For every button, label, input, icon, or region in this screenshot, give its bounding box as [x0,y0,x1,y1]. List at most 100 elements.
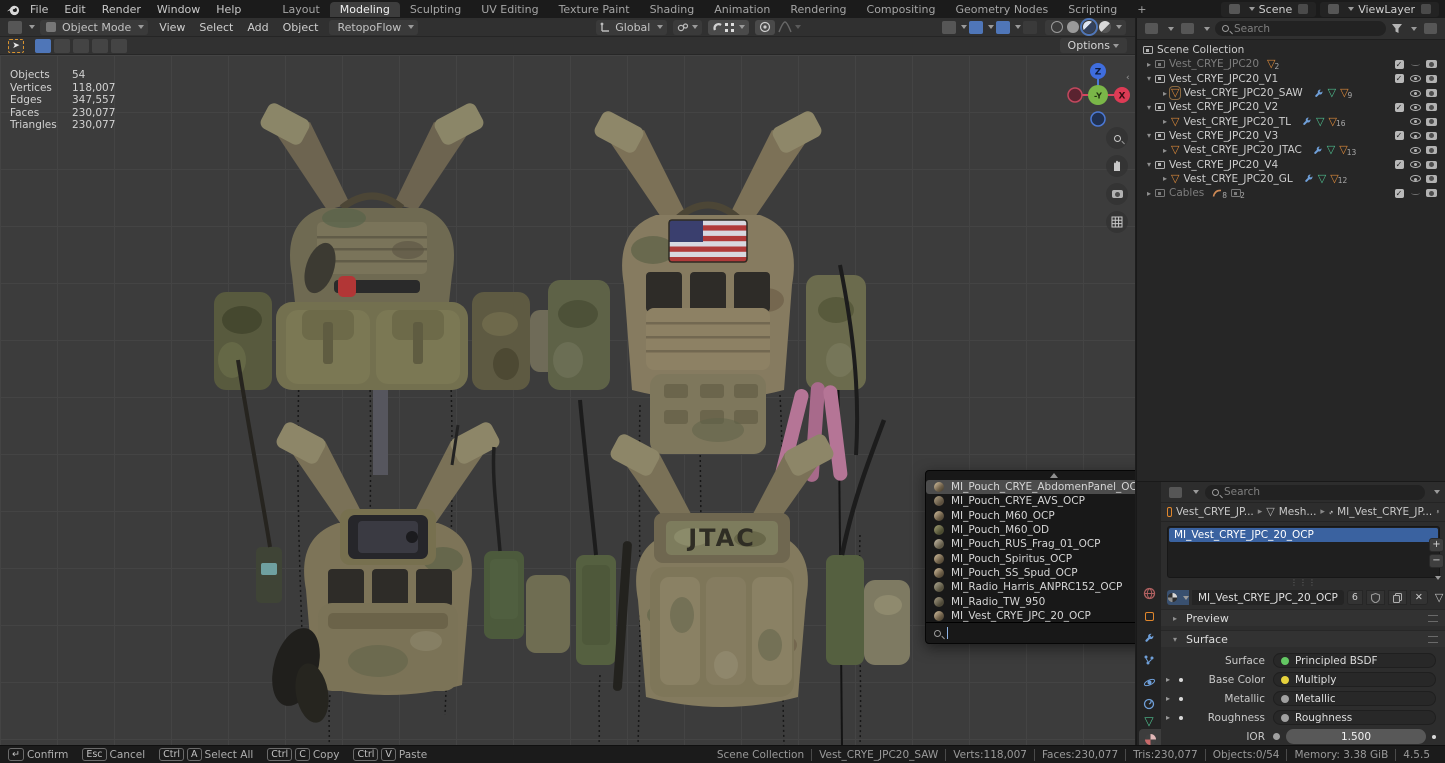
tab-object[interactable] [1137,606,1161,626]
hide-eye-icon[interactable] [1410,175,1421,182]
surface-panel-header[interactable]: ▾ Surface [1161,630,1445,647]
panel-resize-grip[interactable]: ⋮⋮⋮ [1161,578,1445,587]
xray-toggle-icon[interactable] [1023,21,1037,34]
ior-slider[interactable]: 1.500 [1286,729,1426,744]
editor-type-icon[interactable] [8,21,22,34]
tab-shading[interactable]: Shading [640,2,705,17]
disclosure-icon[interactable]: ▸ [1159,146,1171,155]
material-list-item[interactable]: MI_Pouch_M60_OD [926,523,1135,537]
tab-material[interactable] [1139,729,1161,746]
mode-dropdown[interactable]: Object Mode [40,20,148,35]
show-gizmo-icon[interactable] [942,21,956,34]
material-browse-dropdown[interactable] [1167,590,1189,605]
pin-icon[interactable] [1298,4,1308,14]
ortho-toggle-button[interactable] [1106,211,1128,233]
tab-world[interactable] [1137,583,1161,603]
zoom-view-button[interactable] [1106,127,1128,149]
disclosure-icon[interactable]: ▸ [1159,89,1171,98]
tab-compositing[interactable]: Compositing [857,2,946,17]
material-list-item[interactable]: MI_Pouch_RUS_Frag_01_OCP [926,537,1135,551]
tab-modeling[interactable]: Modeling [330,2,400,17]
pin-icon[interactable] [1436,506,1440,518]
breadcrumb-mesh[interactable]: Mesh... [1279,506,1317,518]
pivot-point-dropdown[interactable] [673,20,702,35]
hide-eye-icon[interactable] [1410,161,1421,168]
exclude-checkbox[interactable]: ✓ [1395,74,1404,83]
slot-specials-icon[interactable] [1435,576,1441,580]
surface-shader-field[interactable]: Principled BSDF [1273,653,1436,668]
shading-material-preview-icon[interactable] [1083,21,1095,33]
select-mode-invert-icon[interactable] [92,39,108,53]
breadcrumb-material[interactable]: MI_Vest_CRYE_JP... [1337,506,1432,518]
disclosure-icon[interactable]: ▸ [1143,189,1155,198]
add-workspace-button[interactable]: + [1127,2,1156,17]
material-list-item[interactable]: MI_Vest_CRYE_JPC_20_OCP [926,609,1135,623]
render-visibility-icon[interactable] [1426,103,1437,111]
disclosure-icon[interactable]: ▸ [1159,174,1171,183]
outliner-collection-row[interactable]: ▾ Vest_CRYE_JPC20_V4 ✓ [1137,157,1445,171]
properties-search[interactable] [1205,485,1425,500]
outliner-object-row[interactable]: ▸ ▽ Vest_CRYE_JPC20_JTAC ▽ ▽13 [1137,143,1445,157]
expand-icon[interactable]: ▸ [1161,694,1175,703]
disclosure-icon[interactable]: ▸ [1143,60,1155,69]
select-mode-extend-icon[interactable] [54,39,70,53]
disclosure-icon[interactable]: ▾ [1143,160,1155,169]
menu-window[interactable]: Window [150,3,207,16]
render-visibility-icon[interactable] [1426,189,1437,197]
tab-layout[interactable]: Layout [272,2,329,17]
material-name-field[interactable]: MI_Vest_CRYE_JPC_20_OCP [1192,590,1344,605]
hide-eye-icon[interactable] [1410,75,1421,82]
disclosure-icon[interactable]: ▾ [1143,103,1155,112]
disclosure-icon[interactable]: ▸ [1159,117,1171,126]
tab-particles[interactable] [1137,650,1161,670]
render-visibility-icon[interactable] [1426,175,1437,183]
tab-uv-editing[interactable]: UV Editing [471,2,548,17]
menu-view[interactable]: View [153,21,191,34]
select-mode-subtract-icon[interactable] [73,39,89,53]
material-slot-list[interactable]: MI_Vest_CRYE_JPC_20_OCP [1167,526,1440,578]
shading-solid-icon[interactable] [1067,21,1079,33]
base-color-field[interactable]: Multiply [1273,672,1436,687]
hide-eye-icon[interactable] [1411,62,1420,66]
move-view-button[interactable] [1106,155,1128,177]
axis-gizmo[interactable]: Z X -Y [1062,59,1134,131]
metallic-field[interactable]: Metallic [1273,691,1436,706]
options-dropdown[interactable]: Options [1060,38,1127,53]
snap-controls[interactable] [708,20,749,35]
select-mode-intersect-icon[interactable] [111,39,127,53]
hide-eye-icon[interactable] [1410,118,1421,125]
new-collection-icon[interactable] [1424,23,1437,34]
tab-object-data[interactable]: ▽ [1137,711,1161,731]
hide-eye-icon[interactable] [1410,104,1421,111]
tweak-tool-icon[interactable]: ➤ [8,39,24,53]
falloff-curve-icon[interactable] [778,21,792,33]
display-mode-icon[interactable] [1181,23,1194,34]
copy-datablock-icon[interactable] [1388,590,1407,605]
blender-logo-icon[interactable] [6,3,21,16]
render-visibility-icon[interactable] [1426,75,1437,83]
material-list-item[interactable]: MI_Pouch_CRYE_AVS_OCP [926,494,1135,508]
editor-type-icon[interactable] [1169,487,1182,498]
transform-orientation-dropdown[interactable]: Global [596,20,667,35]
panel-drag-grip[interactable] [1428,615,1438,622]
hide-eye-icon[interactable] [1410,132,1421,139]
menu-object[interactable]: Object [277,21,325,34]
panel-drag-grip[interactable] [1428,636,1438,643]
exclude-checkbox[interactable]: ✓ [1395,189,1404,198]
menu-help[interactable]: Help [209,3,248,16]
retopoflow-menu[interactable]: RetopoFlow [329,20,418,35]
shading-wireframe-icon[interactable] [1051,21,1063,33]
material-list-item[interactable]: MI_Pouch_CRYE_AbdomenPanel_OCP [926,480,1135,494]
material-list-item[interactable]: MI_Radio_TW_950 [926,594,1135,608]
render-visibility-icon[interactable] [1426,60,1437,68]
expand-icon[interactable]: ▸ [1161,713,1175,722]
hide-eye-icon[interactable] [1410,147,1421,154]
outliner-search[interactable] [1215,21,1386,36]
material-list-item[interactable]: MI_Radio_Harris_ANPRC152_OCP [926,580,1135,594]
sidebar-collapse-arrow[interactable]: ‹ [1126,73,1130,83]
menu-edit[interactable]: Edit [57,3,92,16]
search-input[interactable] [1224,486,1418,498]
render-visibility-icon[interactable] [1426,89,1437,97]
outliner-object-row[interactable]: ▸ ▽ Vest_CRYE_JPC20_GL ▽ ▽12 [1137,172,1445,186]
tab-animation[interactable]: Animation [704,2,780,17]
